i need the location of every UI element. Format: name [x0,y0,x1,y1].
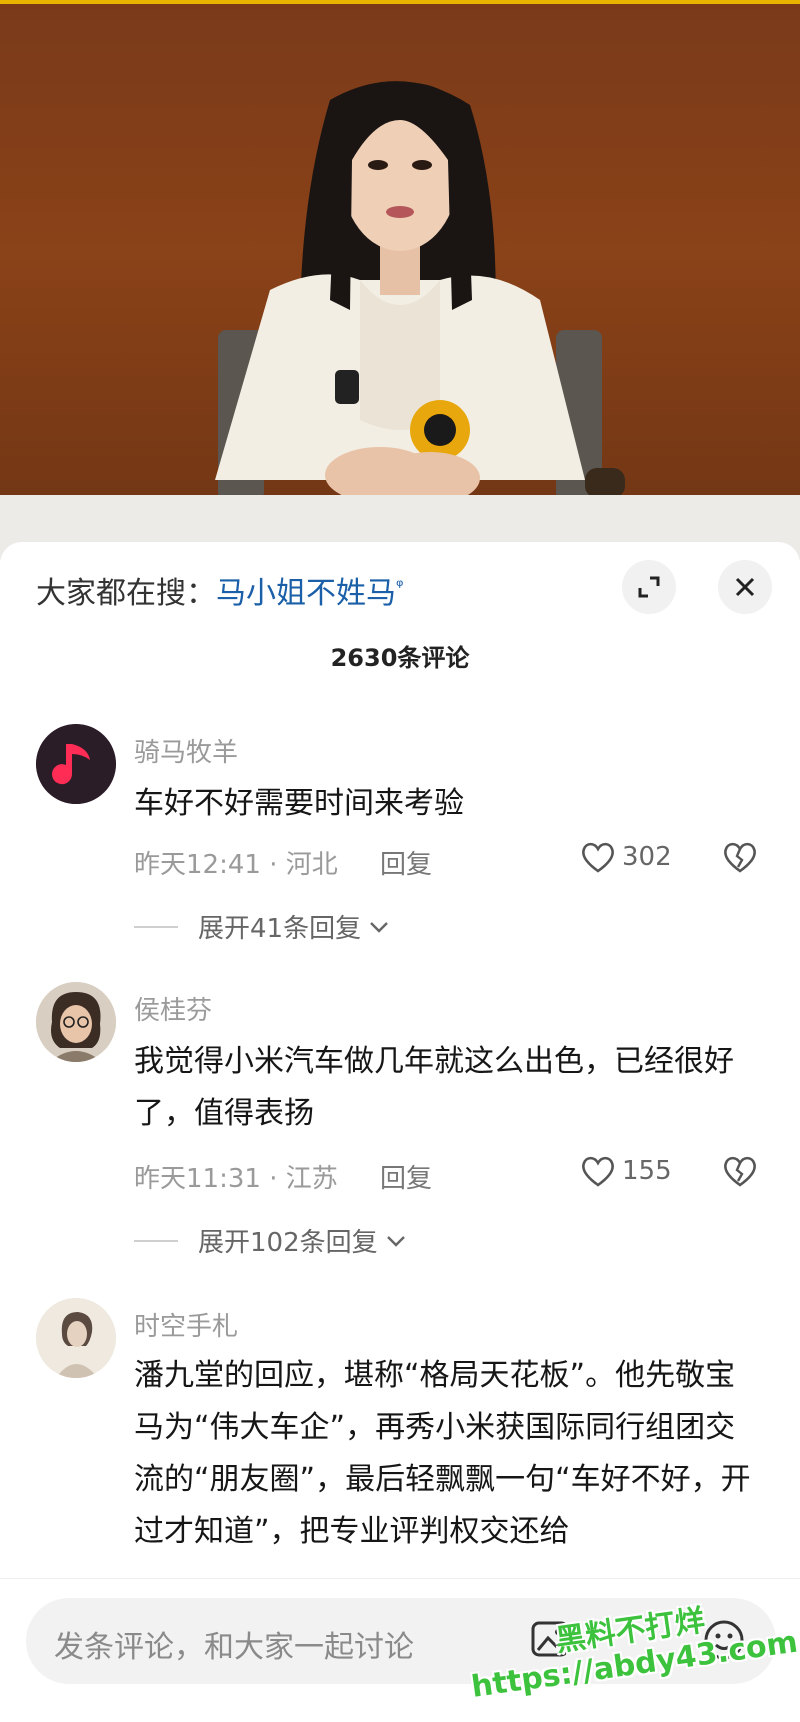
expand-replies-label: 展开102条回复 [198,1228,378,1258]
comment-time-location: 昨天12:41 · 河北 [134,850,338,880]
close-icon [735,577,755,597]
avatar[interactable] [36,1298,116,1378]
expand-fullscreen-button[interactable] [622,560,676,614]
divider-dash [134,925,178,928]
dislike-button[interactable] [722,840,758,878]
comment-username[interactable]: 时空手札 [134,1306,238,1343]
divider-dash [134,1239,178,1242]
chevron-down-icon [370,921,388,933]
music-note-icon [36,724,116,804]
broken-heart-icon [724,842,756,873]
expand-replies-button[interactable]: 展开41条回复 [134,908,391,945]
like-count: 155 [622,1156,672,1186]
comment-text: 我觉得小米汽车做几年就这么出色，已经很好了，值得表扬 [134,1044,734,1131]
comment-text: 车好不好需要时间来考验 [134,786,464,821]
expand-replies-button[interactable]: 展开102条回复 [134,1222,408,1259]
reply-button[interactable]: 回复 [380,844,432,881]
close-button[interactable] [718,560,772,614]
chevron-down-icon [386,1235,405,1247]
search-suggestion-keyword[interactable]: 马小姐不姓马 [216,576,396,611]
comment-text: 潘九堂的回应，堪称“格局天花板”。他先敬宝马为“伟大车企”，再秀小米获国际同行组… [134,1358,751,1549]
avatar[interactable] [36,982,116,1062]
comment-username[interactable]: 侯桂芬 [134,990,212,1027]
search-suggestion-prefix: 大家都在搜： [36,576,216,611]
woman-glasses-icon [36,982,116,1062]
heart-icon [582,1156,614,1187]
like-count: 302 [622,842,672,872]
like-button[interactable]: 155 [580,1154,672,1188]
expand-replies-label: 展开41条回复 [198,914,362,944]
expand-icon [638,576,660,598]
dislike-button[interactable] [722,1154,758,1192]
sketch-portrait-icon [36,1298,116,1378]
search-suggestion[interactable]: 大家都在搜：马小姐不姓马ᵠ [36,568,403,612]
heart-icon [582,842,614,873]
video-player[interactable] [0,0,800,560]
search-icon: ᵠ [396,576,404,597]
comment-username[interactable]: 骑马牧羊 [134,732,238,769]
presenter-figure [215,81,625,504]
comment-time-location: 昨天11:31 · 江苏 [134,1164,338,1194]
comment-input-placeholder: 发条评论，和大家一起讨论 [54,1630,414,1665]
reply-button[interactable]: 回复 [380,1158,432,1195]
broken-heart-icon [724,1156,756,1187]
comment-count: 2630条评论 [330,644,470,672]
like-button[interactable]: 302 [580,840,672,874]
avatar[interactable] [36,724,116,804]
